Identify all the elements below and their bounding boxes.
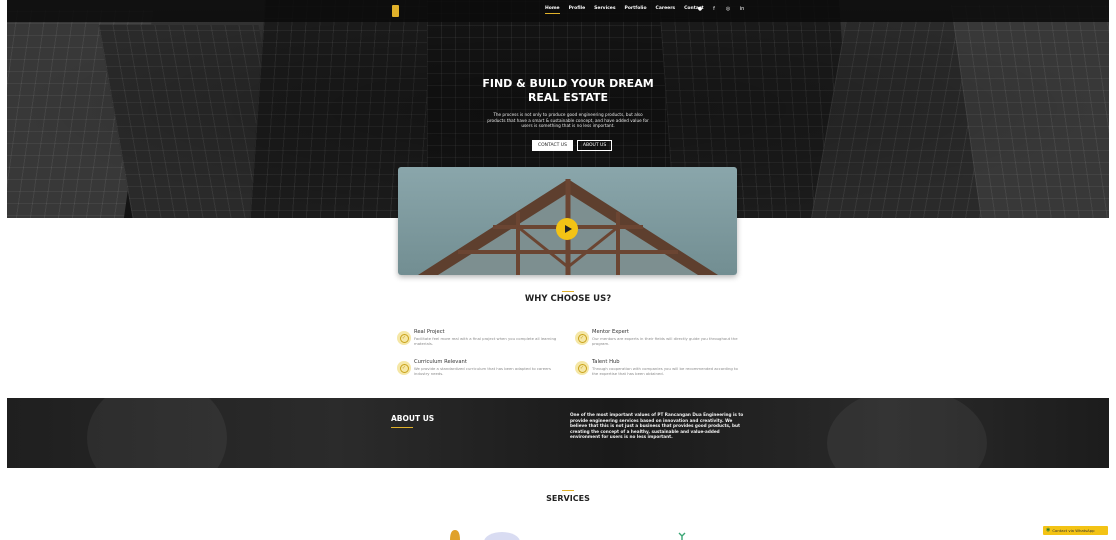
about-section: [7, 398, 1109, 468]
section-divider: [562, 291, 574, 292]
logo-mark-icon: [392, 4, 399, 17]
hero-title-line1: FIND & BUILD YOUR DREAM: [482, 77, 654, 90]
hero-description: The process is not only to produce good …: [487, 112, 649, 129]
company-logo[interactable]: [392, 3, 418, 18]
feature-description: Through cooperation with companies you w…: [592, 366, 738, 376]
nav-services[interactable]: Services: [594, 6, 615, 14]
hero-title: FIND & BUILD YOUR DREAM REAL ESTATE: [480, 77, 656, 105]
check-circle-icon: ✓: [397, 331, 411, 345]
twitter-icon[interactable]: ●: [697, 6, 703, 12]
about-us-button[interactable]: ABOUT US: [576, 140, 613, 151]
contact-us-button[interactable]: CONTACT US: [532, 140, 573, 151]
nav-links: Home Profile Services Portfolio Careers …: [545, 6, 704, 14]
feature-title: Talent Hub: [592, 359, 620, 365]
social-links: ● f ◎ in: [697, 6, 745, 12]
about-title: ABOUT US: [391, 414, 435, 423]
instagram-icon[interactable]: ◎: [725, 6, 731, 12]
section-divider: [562, 490, 574, 491]
service-plant-icon: [678, 532, 686, 540]
services-title: SERVICES: [546, 494, 590, 503]
service-blueprint-icon: [484, 532, 520, 540]
check-circle-icon: ✓: [575, 361, 589, 375]
feature-description: We provide a standardized curriculum tha…: [414, 366, 551, 376]
feature-item: ✓ Talent Hub Through cooperation with co…: [575, 359, 745, 381]
hero-buttons: CONTACT US ABOUT US: [532, 140, 613, 151]
nav-profile[interactable]: Profile: [569, 6, 586, 14]
nav-careers[interactable]: Careers: [656, 6, 676, 14]
play-icon: [564, 225, 572, 233]
about-underline: [391, 427, 413, 428]
why-choose-title: WHY CHOOSE US?: [524, 294, 612, 304]
feature-title: Mentor Expert: [592, 329, 629, 335]
service-helmet-icon: [450, 530, 460, 540]
feature-description: Our mentors are experts in their fields …: [592, 336, 738, 346]
check-circle-icon: ✓: [575, 331, 589, 345]
nav-home[interactable]: Home: [545, 6, 560, 14]
feature-title: Real Project: [414, 329, 445, 335]
background-figure: [827, 398, 987, 468]
check-circle-icon: ✓: [397, 361, 411, 375]
facebook-icon[interactable]: f: [711, 6, 717, 12]
feature-description: Facilitate feel more real with a final p…: [414, 336, 557, 346]
linkedin-icon[interactable]: in: [739, 6, 745, 12]
whatsapp-label: Contact via WhatsApp: [1052, 528, 1095, 533]
about-text: One of the most important values of PT R…: [570, 412, 744, 439]
hero-title-line2: REAL ESTATE: [527, 91, 609, 104]
feature-item: ✓ Mentor Expert Our mentors are experts …: [575, 329, 745, 351]
nav-portfolio[interactable]: Portfolio: [625, 6, 647, 14]
feature-item: ✓ Curriculum Relevant We provide a stand…: [397, 359, 567, 381]
play-button[interactable]: [556, 218, 578, 240]
navbar: Home Profile Services Portfolio Careers …: [7, 0, 1109, 22]
feature-title: Curriculum Relevant: [414, 359, 467, 365]
feature-item: ✓ Real Project Facilitate feel more real…: [397, 329, 567, 351]
background-figure: [87, 398, 227, 468]
whatsapp-icon: ◉: [1046, 527, 1051, 533]
whatsapp-button[interactable]: ◉ Contact via WhatsApp: [1043, 526, 1108, 535]
